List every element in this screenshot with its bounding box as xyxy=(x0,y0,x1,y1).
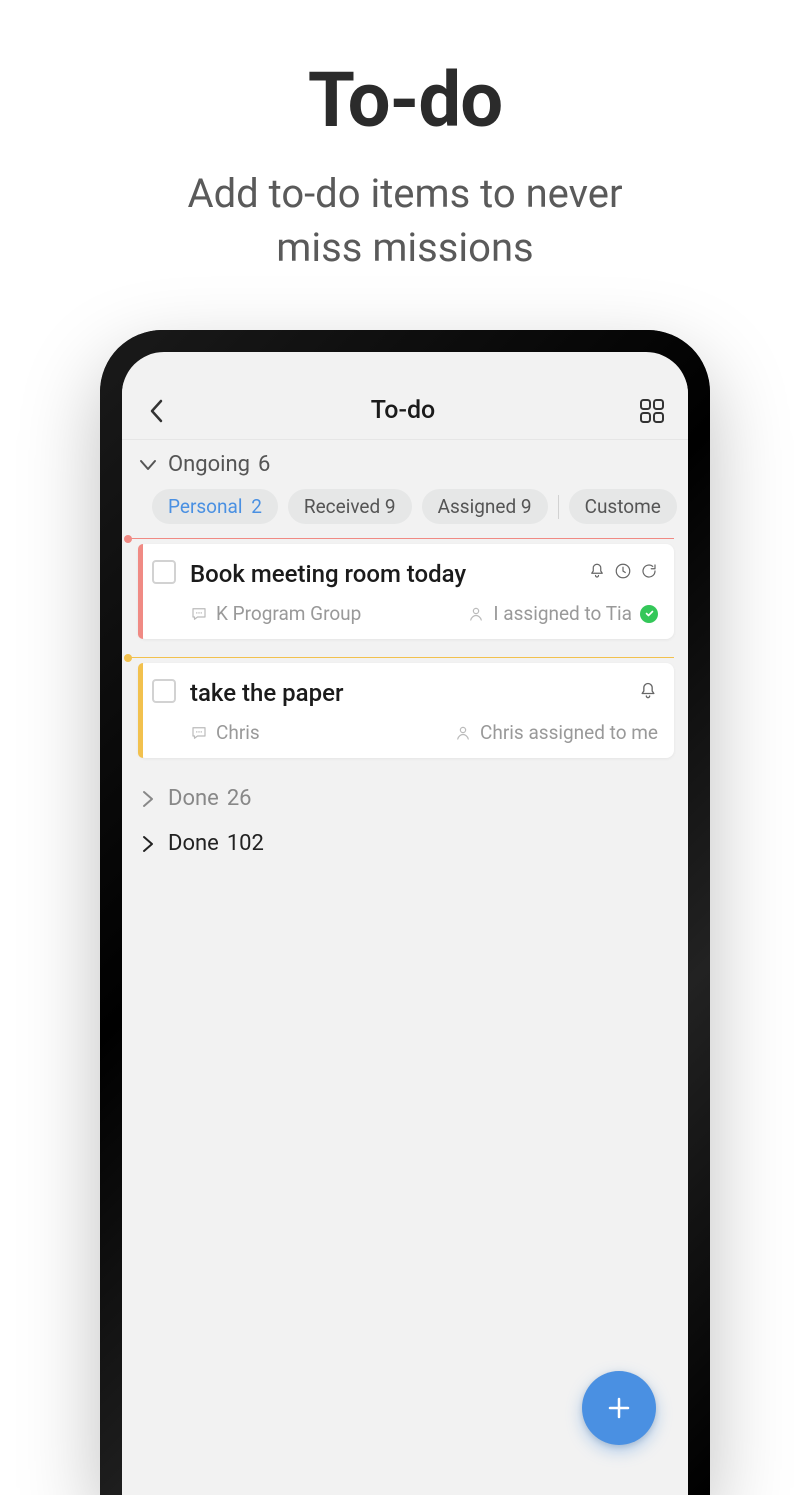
filter-chip-custom[interactable]: Custome xyxy=(569,489,677,524)
ongoing-label: Ongoing xyxy=(168,452,250,477)
timeline-dot xyxy=(124,535,132,543)
timeline-line xyxy=(130,538,674,539)
assignee-label: Chris assigned to me xyxy=(480,721,658,744)
grid-view-button[interactable] xyxy=(636,395,668,427)
card-accent xyxy=(138,544,143,639)
chip-count: 2 xyxy=(251,495,262,518)
card-accent xyxy=(138,663,143,758)
grid-icon xyxy=(639,398,665,424)
promo-subtitle: Add to-do items to never miss missions xyxy=(0,167,810,275)
timeline-line xyxy=(130,657,674,658)
add-todo-button[interactable] xyxy=(582,1371,656,1445)
todo-status-icons xyxy=(588,562,658,580)
chip-label: Assigned xyxy=(438,495,517,518)
chip-count: 9 xyxy=(385,495,396,518)
chevron-down-icon xyxy=(134,459,162,471)
chat-icon xyxy=(190,605,208,623)
done-section-header-1[interactable]: Done 26 xyxy=(122,776,688,821)
done-section-header-2[interactable]: Done 102 xyxy=(122,821,688,866)
check-badge-icon xyxy=(640,605,658,623)
filter-chip-received[interactable]: Received 9 xyxy=(288,489,412,524)
back-button[interactable] xyxy=(142,397,170,425)
source-label: K Program Group xyxy=(216,602,361,625)
person-icon xyxy=(454,724,472,742)
assignee-label: I assigned to Tia xyxy=(493,602,632,625)
todo-card-wrap: take the paper Chris Chris assigned to m… xyxy=(122,657,688,776)
done-count: 26 xyxy=(227,786,252,811)
promo-title: To-do xyxy=(0,55,810,145)
todo-title: take the paper xyxy=(190,679,658,707)
todo-source: Chris xyxy=(190,721,260,744)
todo-card[interactable]: take the paper Chris Chris assigned to m… xyxy=(138,663,674,758)
filter-chip-assigned[interactable]: Assigned 9 xyxy=(422,489,548,524)
status-bar xyxy=(122,352,688,382)
timeline-dot xyxy=(124,654,132,662)
todo-meta: Chris Chris assigned to me xyxy=(190,721,658,744)
done-count: 102 xyxy=(227,831,264,856)
chat-icon xyxy=(190,724,208,742)
chevron-right-icon xyxy=(134,835,162,853)
chip-count: 9 xyxy=(521,495,532,518)
plus-icon xyxy=(605,1394,633,1422)
todo-assignee: I assigned to Tia xyxy=(467,602,658,625)
phone-screen: To-do Ongoing 6 Personal 2 xyxy=(122,352,688,1495)
refresh-icon xyxy=(640,562,658,580)
app-header: To-do xyxy=(122,382,688,440)
chip-label: Personal xyxy=(168,495,242,518)
done-label: Done xyxy=(168,831,219,856)
todo-list: Book meeting room today K Program Group xyxy=(122,538,688,776)
bell-icon xyxy=(638,681,658,701)
todo-assignee: Chris assigned to me xyxy=(454,721,658,744)
chevron-left-icon xyxy=(148,398,164,424)
chip-separator xyxy=(558,495,559,519)
todo-checkbox[interactable] xyxy=(152,560,176,584)
todo-status-icons xyxy=(638,681,658,701)
promo-subtitle-line1: Add to-do items to never xyxy=(187,170,622,217)
todo-meta: K Program Group I assigned to Tia xyxy=(190,602,658,625)
todo-card[interactable]: Book meeting room today K Program Group xyxy=(138,544,674,639)
chevron-right-icon xyxy=(134,790,162,808)
promo-subtitle-line2: miss missions xyxy=(276,224,533,271)
page-title: To-do xyxy=(371,396,436,425)
source-label: Chris xyxy=(216,721,260,744)
chip-label: Custome xyxy=(585,495,661,518)
filter-chips-row: Personal 2 Received 9 Assigned 9 Custome xyxy=(122,489,688,538)
bell-icon xyxy=(588,562,606,580)
person-icon xyxy=(467,605,485,623)
done-label: Done xyxy=(168,786,219,811)
todo-checkbox[interactable] xyxy=(152,679,176,703)
todo-source: K Program Group xyxy=(190,602,361,625)
phone-frame: To-do Ongoing 6 Personal 2 xyxy=(100,330,710,1495)
clock-icon xyxy=(614,562,632,580)
ongoing-section-header[interactable]: Ongoing 6 xyxy=(122,440,688,489)
todo-card-wrap: Book meeting room today K Program Group xyxy=(122,538,688,657)
ongoing-count: 6 xyxy=(258,452,270,477)
filter-chip-personal[interactable]: Personal 2 xyxy=(152,489,278,524)
chip-label: Received xyxy=(304,495,380,518)
